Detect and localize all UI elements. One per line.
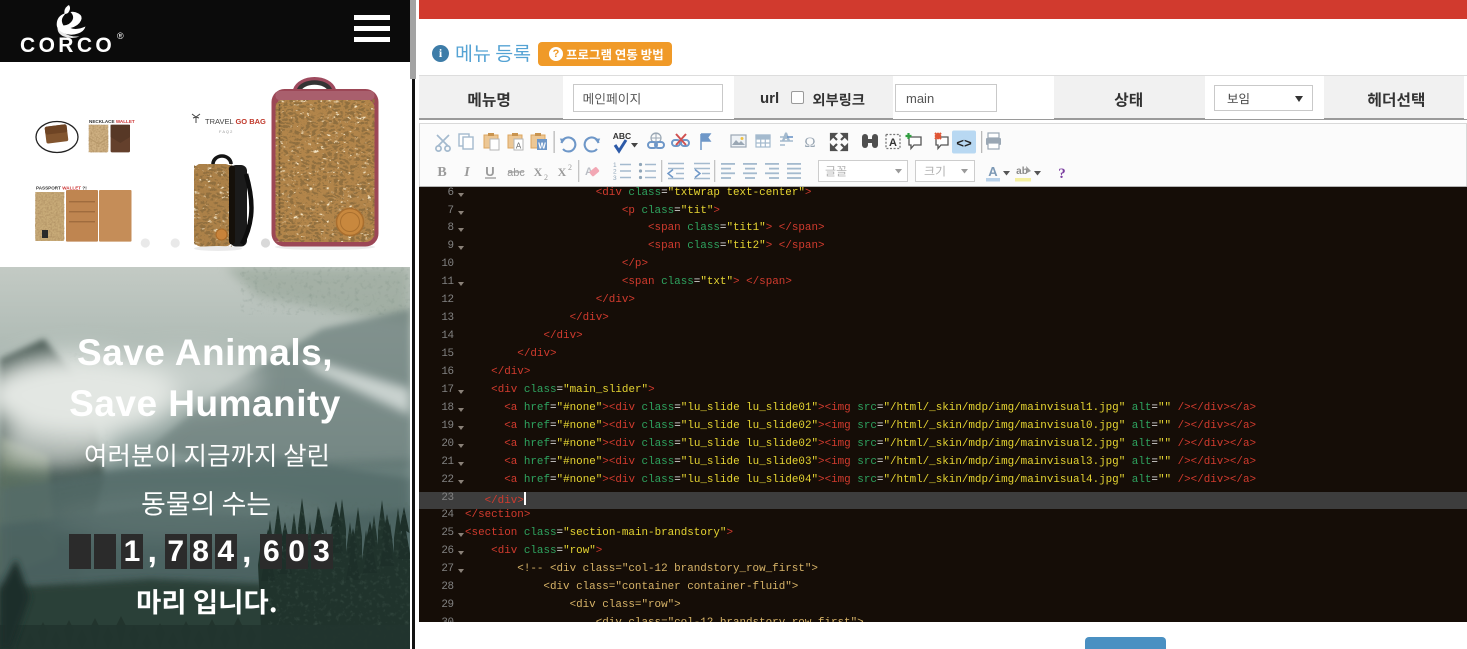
svg-text:A: A: [889, 137, 897, 149]
svg-text:?: ?: [1058, 166, 1066, 182]
svg-text:I: I: [463, 165, 470, 180]
svg-text:ab: ab: [1016, 166, 1028, 177]
svg-text:X: X: [558, 165, 567, 179]
svg-text:<>: <>: [956, 137, 972, 152]
svg-text:ABC: ABC: [613, 131, 631, 141]
svg-text:2: 2: [568, 163, 572, 172]
svg-text:Ω: Ω: [804, 135, 815, 151]
svg-text:A: A: [988, 164, 998, 179]
svg-text:W: W: [538, 142, 546, 151]
svg-text:A: A: [516, 142, 522, 151]
svg-text:CORCO: CORCO: [20, 34, 115, 55]
svg-text:®: ®: [117, 31, 124, 41]
svg-text:B: B: [437, 165, 446, 180]
svg-text:PASSPORT WALLET ?!: PASSPORT WALLET ?!: [36, 186, 87, 191]
svg-text:abc: abc: [507, 167, 525, 179]
svg-text:2: 2: [544, 173, 548, 182]
svg-text:X: X: [534, 165, 543, 179]
svg-text:NECKLACE WALLET: NECKLACE WALLET: [89, 119, 135, 124]
svg-text:TRAVEL GO BAG: TRAVEL GO BAG: [205, 117, 266, 126]
svg-text:U: U: [485, 164, 494, 179]
svg-text:F A Q 2: F A Q 2: [219, 129, 233, 134]
svg-text:3: 3: [613, 175, 617, 182]
